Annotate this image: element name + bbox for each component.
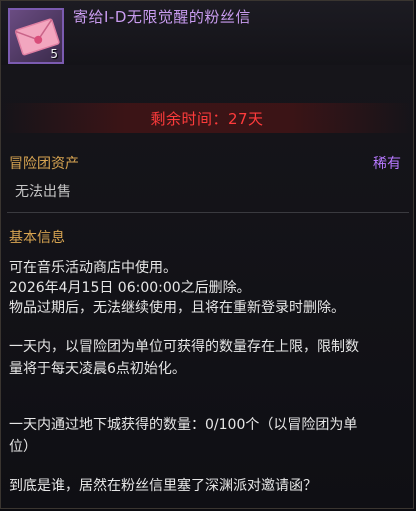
remaining-time: 剩余时间：27天 <box>150 109 264 128</box>
item-name: 寄给I-D无限觉醒的粉丝信 <box>73 8 251 26</box>
info-line: 量将于每天凌晨6点初始化。 <box>9 361 186 377</box>
info-line: 一天内，以冒险团为单位可获得的数量存在上限，限制数 <box>9 339 359 355</box>
basic-info-title: 基本信息 <box>9 230 65 246</box>
info-line: 一天内通过地下城获得的数量：0/100个（以冒险团为单 <box>9 417 358 433</box>
info-line: 可在音乐活动商店中使用。 <box>9 260 177 276</box>
tooltip-header: 5 寄给I-D无限觉醒的粉丝信 <box>1 1 413 65</box>
remaining-time-banner: 剩余时间：27天 <box>1 103 413 133</box>
info-line: 位） <box>9 439 37 455</box>
divider <box>7 212 409 213</box>
info-line: 2026年4月15日 06:00:00之后删除。 <box>9 280 251 296</box>
property-label: 冒险团资产 <box>9 156 79 172</box>
item-tooltip: 5 寄给I-D无限觉醒的粉丝信 剩余时间：27天 冒险团资产 稀有 无法出售 基… <box>0 0 414 509</box>
item-icon-slot[interactable]: 5 <box>8 8 64 64</box>
item-count: 5 <box>50 47 58 61</box>
info-line: 到底是谁，居然在粉丝信里塞了深渊派对邀请函？ <box>9 478 317 494</box>
sell-status: 无法出售 <box>15 184 71 200</box>
info-line: 物品过期后，无法继续使用，且将在重新登录时删除。 <box>9 300 345 316</box>
rarity-label: 稀有 <box>373 156 401 172</box>
